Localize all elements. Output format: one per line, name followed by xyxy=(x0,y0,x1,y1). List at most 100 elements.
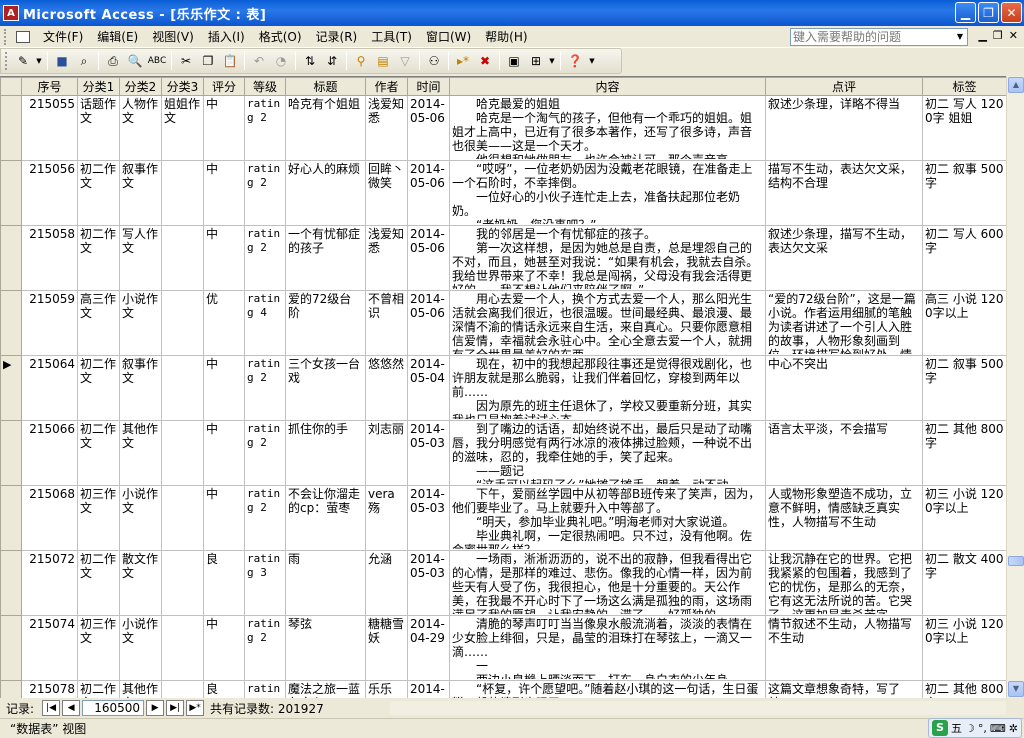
cell-title[interactable]: 不会让你溜走的cp：萤枣 xyxy=(285,485,366,551)
cell-content[interactable]: 哈克最爱的姐姐 哈克是一个淘气的孩子，但他有一个乖巧的姐姐。姐姐才上高中，已近有了… xyxy=(449,95,766,161)
cell-title[interactable]: 哈克有个姐姐 xyxy=(285,95,366,161)
cell-content[interactable]: “哎呀”，一位老奶奶因为没戴老花眼镜，在准备走上一个石阶时，不幸摔倒。 一位好心的… xyxy=(449,160,766,226)
undo-icon[interactable]: ↶ xyxy=(249,51,269,71)
cell-c1[interactable]: 初二作文 xyxy=(77,420,120,486)
cell-author[interactable]: 刘志丽 xyxy=(365,420,408,486)
cell-c2[interactable]: 人物作文 xyxy=(119,95,162,161)
cell-id[interactable]: 215056 xyxy=(21,160,78,226)
cell-content[interactable]: 现在，初中的我想起那段往事还是觉得很戏剧化，也许朋友就是那么脆弱，让我们伴着回忆… xyxy=(449,355,766,421)
cell-title[interactable]: 抓住你的手 xyxy=(285,420,366,486)
column-header[interactable]: 等级 xyxy=(244,77,286,96)
record-selector[interactable]: ▶ xyxy=(0,355,22,421)
cell-c3[interactable] xyxy=(161,160,204,226)
cell-content[interactable]: 我的邻居是一个有忧郁症的孩子。 第一次这样想，是因为她总是自责，总是埋怨自己的不对… xyxy=(449,225,766,291)
cell-time[interactable]: 2014-05-04 xyxy=(407,355,450,421)
cell-comment[interactable]: 叙述少条理，详略不得当 xyxy=(765,95,923,161)
cell-score[interactable]: 中 xyxy=(203,485,245,551)
cell-c1[interactable]: 初二作文 xyxy=(77,550,120,616)
delete-record-icon[interactable]: ✖ xyxy=(475,51,495,71)
menu-grip-icon[interactable] xyxy=(4,28,10,45)
cell-content[interactable]: 清脆的琴声叮叮当当像泉水般流淌着，淡淡的表情在少女脸上绯徊，只是，晶莹的泪珠打在… xyxy=(449,615,766,681)
ime-logo-icon[interactable]: S xyxy=(932,720,949,736)
previous-record-icon[interactable]: ◀ xyxy=(62,700,81,716)
cell-tags[interactable]: 初二 其他 800字 xyxy=(922,680,1007,698)
cell-c3[interactable] xyxy=(161,420,204,486)
paste-icon[interactable]: 📋 xyxy=(220,51,240,71)
menu-records[interactable]: 记录(R) xyxy=(309,27,365,47)
cell-score[interactable]: 中 xyxy=(203,615,245,681)
cell-c1[interactable]: 初二作文 xyxy=(77,680,120,698)
cell-c1[interactable]: 话题作文 xyxy=(77,95,120,161)
cell-content[interactable]: 到了嘴边的话语，却始终说不出，最后只是动了动嘴唇，我分明感觉有两行冰凉的液体拂过… xyxy=(449,420,766,486)
cell-c3[interactable] xyxy=(161,615,204,681)
table-row[interactable]: 215059 高三作文 小说作文优 rating 4 爱的72级台阶 不曾相识 2014-0… xyxy=(0,290,1007,356)
ime-moon-icon[interactable]: ☽ xyxy=(965,722,975,735)
cell-level[interactable]: rating 2 xyxy=(244,485,286,551)
cell-c2[interactable]: 其他作文 xyxy=(119,680,162,698)
cut-icon[interactable]: ✂ xyxy=(176,51,196,71)
cell-title[interactable]: 琴弦 xyxy=(285,615,366,681)
cell-time[interactable]: 2014-05-06 xyxy=(407,290,450,356)
cell-c2[interactable]: 写人作文 xyxy=(119,225,162,291)
menu-window[interactable]: 窗口(W) xyxy=(419,27,478,47)
sort-ascending-icon[interactable]: ⇅ xyxy=(300,51,320,71)
cell-author[interactable]: 浅爱知悉 xyxy=(365,95,408,161)
cell-title[interactable]: 魔法之旅一蓝色之心 xyxy=(285,680,366,698)
spell-check-icon[interactable]: ABC xyxy=(147,51,167,71)
cell-comment[interactable]: 这篇文章想象奇特，写了林…… xyxy=(765,680,923,698)
column-header[interactable]: 分类3 xyxy=(161,77,204,96)
scroll-up-icon[interactable]: ▲ xyxy=(1008,77,1024,93)
cell-id[interactable]: 215059 xyxy=(21,290,78,356)
cell-tags[interactable]: 初二 散文 400字 xyxy=(922,550,1007,616)
column-header[interactable]: 点评 xyxy=(765,77,923,96)
cell-c2[interactable]: 小说作文 xyxy=(119,485,162,551)
search-file-icon[interactable]: ⌕ xyxy=(74,51,94,71)
menu-format[interactable]: 格式(O) xyxy=(252,27,309,47)
cell-title[interactable]: 好心人的麻烦 xyxy=(285,160,366,226)
record-selector[interactable] xyxy=(0,485,22,551)
cell-author[interactable]: 糖糖雪妖 xyxy=(365,615,408,681)
cell-level[interactable]: rating 2 xyxy=(244,680,286,698)
cell-c1[interactable]: 初二作文 xyxy=(77,225,120,291)
save-icon[interactable]: ■ xyxy=(52,51,72,71)
cell-tags[interactable]: 初二 叙事 500字 xyxy=(922,160,1007,226)
ime-mode[interactable]: 五 xyxy=(951,720,962,736)
record-selector[interactable] xyxy=(0,615,22,681)
mdi-restore-button[interactable]: ❐ xyxy=(993,29,1003,42)
cell-comment[interactable]: 人或物形象塑造不成功，立意不鲜明，情感缺乏真实性，人物描写不生动 xyxy=(765,485,923,551)
table-row[interactable]: 215058 初二作文 写人作文中 rating 2 一个有忧郁症的孩子 浅爱知悉 2014… xyxy=(0,225,1007,291)
table-row[interactable]: 215074 初三作文 小说作文中 rating 2 琴弦 糖糖雪妖 2014-04-29 清… xyxy=(0,615,1007,681)
cell-comment[interactable]: 语言太平淡，不会描写 xyxy=(765,420,923,486)
cell-id[interactable]: 215058 xyxy=(21,225,78,291)
mdi-minimize-button[interactable]: ▁ xyxy=(978,29,986,42)
column-header[interactable]: 标题 xyxy=(285,77,366,96)
select-all-corner[interactable] xyxy=(0,77,22,96)
cell-time[interactable]: 2014-05-03 xyxy=(407,485,450,551)
cell-comment[interactable]: “爱的72级台阶”，这是一篇小说。作者运用细腻的笔触为读者讲述了一个引人入胜的故… xyxy=(765,290,923,356)
record-selector[interactable] xyxy=(0,225,22,291)
cell-tags[interactable]: 初二 写人 1200字 姐姐 xyxy=(922,95,1007,161)
database-window-icon[interactable]: ▣ xyxy=(504,51,524,71)
cell-time[interactable]: 2014-04-29 xyxy=(407,615,450,681)
cell-comment[interactable]: 让我沉静在它的世界。它把我紧紧的包围着，我感到了它的忧伤，是那么的无奈，它有这无… xyxy=(765,550,923,616)
cell-time[interactable]: 2014-05-06 xyxy=(407,160,450,226)
cell-id[interactable]: 215068 xyxy=(21,485,78,551)
minimize-button[interactable]: ▁ xyxy=(955,2,976,23)
table-row[interactable]: ▶ 215064 初二作文 叙事作文中 rating 2 三个女孩一台戏 悠悠然 2014-0… xyxy=(0,355,1007,421)
record-selector[interactable] xyxy=(0,680,22,698)
cell-tags[interactable]: 初二 其他 800字 xyxy=(922,420,1007,486)
cell-author[interactable]: 乐乐 xyxy=(365,680,408,698)
cell-id[interactable]: 215064 xyxy=(21,355,78,421)
table-row[interactable]: 215072 初二作文 散文作文良 rating 3 雨允涵 2014-05-03 一场雨，… xyxy=(0,550,1007,616)
cell-tags[interactable]: 初三 小说 1200字以上 xyxy=(922,615,1007,681)
column-header[interactable]: 标签 xyxy=(922,77,1007,96)
cell-score[interactable]: 良 xyxy=(203,550,245,616)
menu-insert[interactable]: 插入(I) xyxy=(201,27,252,47)
table-icon[interactable] xyxy=(16,30,30,43)
record-selector[interactable] xyxy=(0,160,22,226)
cell-score[interactable]: 中 xyxy=(203,420,245,486)
sort-descending-icon[interactable]: ⇵ xyxy=(322,51,342,71)
menu-tools[interactable]: 工具(T) xyxy=(364,27,419,47)
cell-level[interactable]: rating 2 xyxy=(244,225,286,291)
find-icon[interactable]: ⚇ xyxy=(424,51,444,71)
